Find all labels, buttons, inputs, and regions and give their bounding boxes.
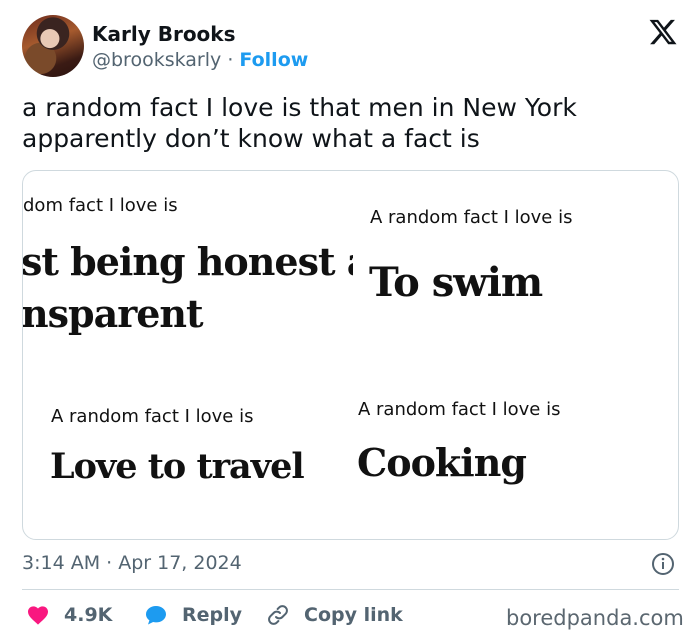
copy-link-button[interactable]: Copy link <box>266 603 403 627</box>
panel-2-answer: To swim <box>369 259 543 306</box>
panel-3-caption: A random fact I love is <box>51 406 254 427</box>
heart-icon <box>28 606 48 625</box>
media-panel-3: A random fact I love is Love to travel <box>23 356 353 539</box>
tweet-text: a random fact I love is that men in New … <box>22 92 682 154</box>
x-logo-icon[interactable] <box>648 17 678 47</box>
follow-button[interactable]: Follow <box>239 49 308 71</box>
author-handle[interactable]: @brookskarly <box>92 49 221 71</box>
like-button[interactable]: 4.9K <box>26 603 112 627</box>
like-count: 4.9K <box>64 604 113 626</box>
avatar[interactable] <box>22 15 84 77</box>
separator: · <box>227 49 234 71</box>
reply-bubble-icon <box>146 606 166 625</box>
reply-button[interactable]: Reply <box>144 603 242 627</box>
divider <box>22 589 679 590</box>
tweet-timestamp[interactable]: 3:14 AM · Apr 17, 2024 <box>22 552 242 574</box>
tweet-media[interactable]: dom fact I love is st being honest an ns… <box>22 170 679 540</box>
panel-1-caption: dom fact I love is <box>23 195 178 216</box>
author-handle-row: @brookskarly · Follow <box>92 49 308 71</box>
panel-1-line-2: nsparent <box>23 291 204 336</box>
reply-label: Reply <box>182 604 243 626</box>
info-icon[interactable] <box>651 552 675 576</box>
tweet-text-line-2: apparently don’t know what a fact is <box>22 124 480 153</box>
copy-link-label: Copy link <box>304 604 403 626</box>
panel-4-caption: A random fact I love is <box>358 399 561 420</box>
panel-2-caption: A random fact I love is <box>370 207 573 228</box>
panel-3-answer: Love to travel <box>50 446 305 487</box>
media-panel-4: A random fact I love is Cooking <box>353 356 678 539</box>
watermark: boredpanda.com <box>506 606 684 630</box>
author-name[interactable]: Karly Brooks <box>92 22 236 46</box>
panel-1-line-1: st being honest an <box>23 239 353 284</box>
tweet-text-line-1: a random fact I love is that men in New … <box>22 93 577 122</box>
panel-4-answer: Cooking <box>357 440 527 485</box>
media-panel-2: A random fact I love is To swim <box>353 171 678 356</box>
link-icon <box>268 605 288 625</box>
media-panel-1: dom fact I love is st being honest an ns… <box>23 171 353 356</box>
